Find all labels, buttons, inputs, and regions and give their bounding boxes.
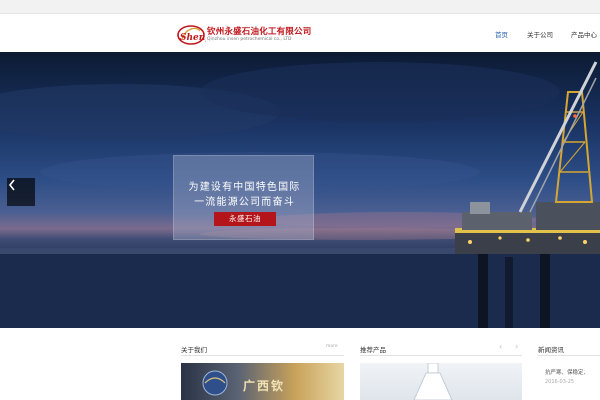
site-header: Sheng 钦州永盛石油化工有限公司 Qinzhou insen petroch… xyxy=(0,14,600,52)
about-title: 关于我们 xyxy=(181,346,207,354)
top-bar xyxy=(0,0,600,14)
hero-caption-button[interactable]: 永盛石油 xyxy=(214,212,276,226)
news-item-title[interactable]: 抗严寒、保稳定、 xyxy=(545,368,589,376)
about-more-link[interactable]: more xyxy=(326,344,338,349)
content-section: 关于我们 more 广西钦 推荐产品 ‹ › 新闻资讯 抗严寒、保稳定、 201… xyxy=(0,328,600,400)
products-title: 推荐产品 xyxy=(360,346,386,354)
about-divider xyxy=(181,355,344,356)
products-divider xyxy=(360,355,522,356)
news-title: 新闻资讯 xyxy=(538,346,564,354)
chevron-left-icon xyxy=(8,179,15,191)
hero-caption: 为建设有中国特色国际 一流能源公司而奋斗 永盛石油 xyxy=(173,155,314,240)
nav-item-products[interactable]: 产品中心 xyxy=(571,29,597,39)
hero-caption-line-1: 为建设有中国特色国际 xyxy=(188,182,301,193)
flask-icon xyxy=(413,363,453,400)
news-divider xyxy=(538,355,600,356)
news-item-date: 2016-03-25 xyxy=(545,379,575,385)
about-image[interactable]: 广西钦 xyxy=(181,363,344,400)
globe-logo-icon xyxy=(202,370,228,396)
product-image[interactable] xyxy=(360,363,522,400)
page: Sheng 钦州永盛石油化工有限公司 Qinzhou insen petroch… xyxy=(0,0,600,400)
hero-banner: 为建设有中国特色国际 一流能源公司而奋斗 永盛石油 xyxy=(0,52,600,328)
about-image-text: 广西钦 xyxy=(243,379,286,393)
main-nav: 首页 关于公司 产品中心 xyxy=(0,29,600,43)
products-next-button[interactable]: › xyxy=(515,342,518,351)
products-prev-button[interactable]: ‹ xyxy=(499,342,502,351)
slider-prev-button[interactable] xyxy=(7,178,35,206)
nav-item-about[interactable]: 关于公司 xyxy=(527,29,553,39)
nav-item-home[interactable]: 首页 xyxy=(495,29,508,39)
hero-caption-line-2: 一流能源公司而奋斗 xyxy=(194,197,295,208)
